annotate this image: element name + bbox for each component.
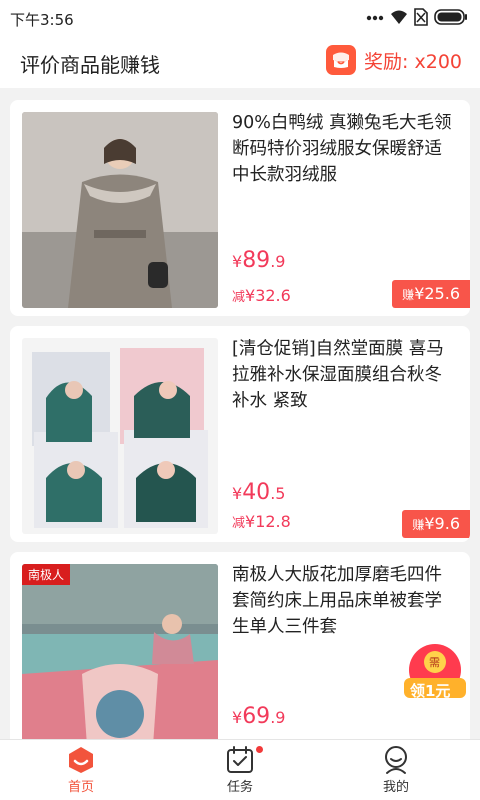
wifi-icon xyxy=(391,10,407,24)
signal-dots-icon xyxy=(366,15,384,21)
reward-indicator[interactable]: 奖励: x200 xyxy=(326,45,462,75)
app-header: 评价商品能赚钱 奖励: x200 xyxy=(0,36,480,88)
product-card[interactable]: 90%白鸭绒 真獭兔毛大毛领断码特价羽绒服女保暖舒适中长款羽绒服 ¥89.9 减… xyxy=(10,100,470,316)
tab-tasks[interactable]: 任务 xyxy=(200,744,280,795)
earn-badge: 赚¥25.6 xyxy=(392,280,470,308)
tab-tasks-label: 任务 xyxy=(226,780,253,795)
notification-dot xyxy=(256,746,263,753)
page-title: 评价商品能赚钱 xyxy=(20,53,160,77)
product-price: ¥40.5 xyxy=(232,480,286,505)
product-title: 90%白鸭绒 真獭兔毛大毛领断码特价羽绒服女保暖舒适中长款羽绒服 xyxy=(232,113,452,185)
product-image: 南极人 xyxy=(22,564,218,752)
product-card[interactable]: [清仓促销]自然堂面膜 喜马拉雅补水保湿面膜组合秋冬补水 紧致 ¥40.5 减¥… xyxy=(10,326,470,542)
earn-badge: 赚¥9.6 xyxy=(402,510,470,538)
calendar-check-icon xyxy=(200,744,280,776)
reward-label: 奖励: x200 xyxy=(364,50,462,73)
product-image xyxy=(22,338,218,534)
status-time: 下午3:56 xyxy=(10,11,74,29)
status-icons xyxy=(366,8,468,26)
coupon-float-button[interactable]: 需 领1元 xyxy=(400,640,470,710)
brand-tag: 南极人 xyxy=(22,564,71,585)
tab-home[interactable]: 首页 xyxy=(41,744,121,795)
discount-amount: 减¥32.6 xyxy=(232,286,291,305)
tab-home-label: 首页 xyxy=(67,780,94,795)
product-image xyxy=(22,112,218,308)
tab-profile-label: 我的 xyxy=(382,780,409,795)
battery-icon xyxy=(434,9,467,25)
product-price: ¥89.9 xyxy=(232,248,286,273)
status-bar: 下午3:56 xyxy=(0,0,480,36)
coupon-main-label: 领1元 xyxy=(410,682,451,700)
tab-profile[interactable]: 我的 xyxy=(356,744,436,795)
gift-icon xyxy=(326,45,357,75)
bottom-tab-bar: 首页 任务 我的 xyxy=(0,739,480,800)
user-icon xyxy=(356,744,436,776)
product-title: [清仓促销]自然堂面膜 喜马拉雅补水保湿面膜组合秋冬补水 紧致 xyxy=(232,339,444,411)
product-price: ¥69.9 xyxy=(232,704,286,729)
product-title: 南极人大版花加厚磨毛四件套简约床上用品床单被套学生单人三件套 xyxy=(232,565,442,637)
home-icon xyxy=(41,744,121,776)
no-sim-icon xyxy=(414,8,428,26)
discount-amount: 减¥12.8 xyxy=(232,512,291,531)
coupon-top-label: 需 xyxy=(429,656,440,669)
product-card[interactable]: 南极人 南极人大版花加厚磨毛四件套简约床上用品床单被套学生单人三件套 ¥69.9… xyxy=(10,552,470,752)
